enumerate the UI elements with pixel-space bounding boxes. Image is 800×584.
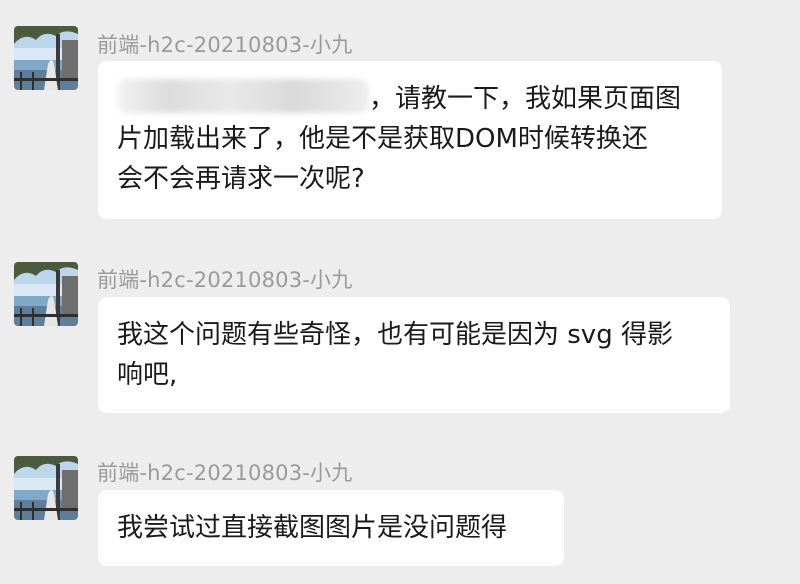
message-line: 片加载出来了，他是不是获取DOM时候转换还: [117, 124, 648, 154]
avatar[interactable]: [14, 456, 78, 520]
avatar[interactable]: [14, 26, 78, 90]
avatar-photo-icon: [14, 26, 78, 90]
sender-name: 前端-h2c-20210803-小九: [97, 461, 353, 485]
message-bubble[interactable]: 我尝试过直接截图图片是没问题得: [98, 490, 564, 566]
avatar-photo-icon: [14, 456, 78, 520]
message-line: ，请教一下，我如果页面图: [117, 79, 704, 119]
sender-name: 前端-h2c-20210803-小九: [97, 268, 353, 292]
avatar-photo-icon: [14, 262, 78, 326]
message-bubble[interactable]: ，请教一下，我如果页面图 片加载出来了，他是不是获取DOM时候转换还 会不会再请…: [98, 61, 722, 219]
message-line: 会不会再请求一次呢?: [117, 164, 365, 194]
sender-name: 前端-h2c-20210803-小九: [97, 33, 353, 57]
message-line: 我这个问题有些奇怪，也有可能是因为 svg 得影: [117, 320, 673, 350]
message-line: 响吧,: [117, 360, 178, 390]
message-bubble[interactable]: 我这个问题有些奇怪，也有可能是因为 svg 得影 响吧,: [98, 297, 730, 413]
blurred-mention: [117, 79, 369, 113]
avatar[interactable]: [14, 262, 78, 326]
message-line: 我尝试过直接截图图片是没问题得: [117, 513, 508, 543]
